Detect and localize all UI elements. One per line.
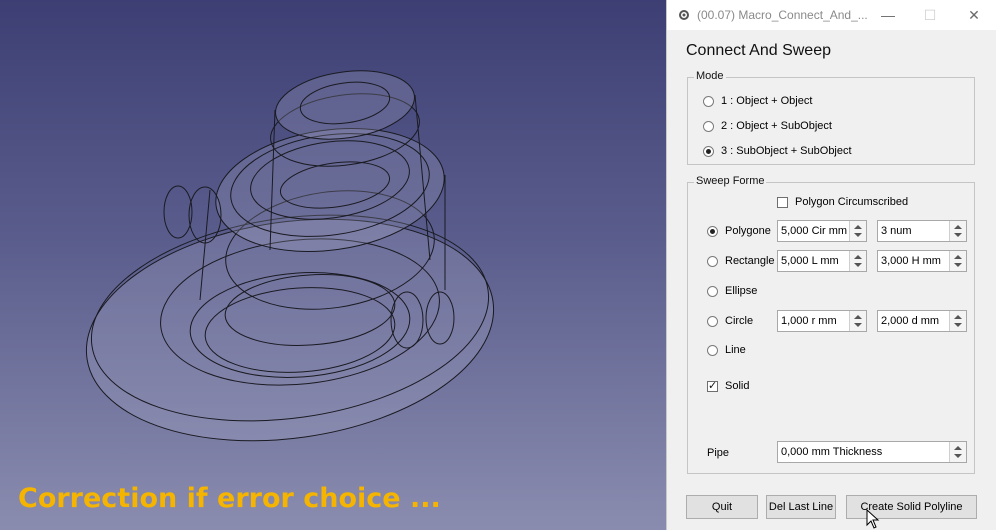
circle-diameter-input[interactable]: 2,000 d mm [877, 310, 967, 332]
shape-label: Polygone [725, 225, 771, 237]
checkbox-checked-icon[interactable] [707, 379, 718, 392]
maximize-button[interactable]: ☐ [917, 4, 943, 26]
rectangle-length-input[interactable]: 5,000 L mm [777, 250, 867, 272]
minimize-button[interactable]: — [875, 4, 901, 26]
circle-radius-input[interactable]: 1,000 r mm [777, 310, 867, 332]
polygone-circumference-input[interactable]: 5,000 Cir mm [777, 220, 867, 242]
shape-ellipse[interactable]: Ellipse [707, 285, 757, 297]
spin-arrows-icon[interactable] [849, 251, 866, 271]
solid-checkbox[interactable]: Solid [707, 379, 750, 392]
sweep-forme-group: Sweep Forme Polygon Circumscribed Polygo… [687, 175, 975, 474]
mode-group: Mode 1 : Object + Object 2 : Object + Su… [687, 70, 975, 165]
radio-icon[interactable] [703, 120, 714, 132]
spin-value: 5,000 L mm [781, 255, 839, 267]
spin-value: 5,000 Cir mm [781, 225, 848, 237]
sweep-legend: Sweep Forme [694, 175, 767, 187]
spin-arrows-icon[interactable] [849, 311, 866, 331]
shape-polygone[interactable]: Polygone [707, 225, 771, 237]
shape-label: Circle [725, 315, 754, 327]
spin-value: 3,000 H mm [881, 255, 941, 267]
close-button[interactable]: ✕ [961, 4, 987, 26]
checkbox-icon[interactable] [777, 196, 788, 208]
checkbox-label: Solid [725, 380, 750, 392]
panel-heading: Connect And Sweep [686, 42, 831, 59]
spin-value: 2,000 d mm [881, 315, 940, 327]
spin-arrows-icon[interactable] [949, 221, 966, 241]
spin-arrows-icon[interactable] [949, 251, 966, 271]
freecad-gear-icon [679, 10, 689, 20]
mode-option-2[interactable]: 2 : Object + SubObject [703, 120, 832, 132]
title-bar[interactable]: (00.07) Macro_Connect_And_... — ☐ ✕ [667, 0, 996, 30]
spin-arrows-icon[interactable] [949, 311, 966, 331]
shape-label: Ellipse [725, 285, 758, 297]
spin-arrows-icon[interactable] [949, 442, 966, 462]
shape-rectangle[interactable]: Rectangle [707, 255, 775, 267]
caption-overlay: Correction if error choice ... [18, 483, 441, 514]
shape-label: Line [725, 344, 746, 356]
mode-option-label: 1 : Object + Object [721, 95, 813, 107]
radio-icon[interactable] [703, 95, 714, 107]
mode-option-3[interactable]: 3 : SubObject + SubObject [703, 145, 852, 157]
3d-viewport[interactable]: Correction if error choice ... [0, 0, 666, 530]
radio-icon[interactable] [707, 344, 718, 356]
polygon-circumscribed-checkbox[interactable]: Polygon Circumscribed [777, 196, 908, 208]
mouse-pointer-icon [866, 509, 880, 529]
radio-icon[interactable] [707, 315, 718, 327]
rectangle-height-input[interactable]: 3,000 H mm [877, 250, 967, 272]
spin-value: 3 num [881, 225, 912, 237]
radio-selected-icon[interactable] [707, 225, 718, 237]
radio-selected-icon[interactable] [703, 145, 714, 157]
polygone-sides-input[interactable]: 3 num [877, 220, 967, 242]
spin-value: 0,000 mm Thickness [781, 446, 883, 458]
macro-panel: (00.07) Macro_Connect_And_... — ☐ ✕ Conn… [666, 0, 996, 530]
shape-circle[interactable]: Circle [707, 315, 753, 327]
radio-icon[interactable] [707, 255, 718, 267]
mode-legend: Mode [694, 70, 726, 82]
shape-label: Rectangle [725, 255, 775, 267]
del-last-line-button[interactable]: Del Last Line [766, 495, 836, 519]
pipe-label: Pipe [707, 447, 730, 459]
radio-icon[interactable] [707, 285, 718, 297]
mode-option-1[interactable]: 1 : Object + Object [703, 95, 812, 107]
pipe-thickness-input[interactable]: 0,000 mm Thickness [777, 441, 967, 463]
mode-option-label: 2 : Object + SubObject [721, 120, 832, 132]
spin-value: 1,000 r mm [781, 315, 837, 327]
quit-button[interactable]: Quit [686, 495, 758, 519]
window-title: (00.07) Macro_Connect_And_... [697, 8, 868, 22]
mode-option-label: 3 : SubObject + SubObject [721, 145, 852, 157]
spin-arrows-icon[interactable] [849, 221, 866, 241]
checkbox-label: Polygon Circumscribed [795, 196, 909, 208]
shape-line[interactable]: Line [707, 344, 746, 356]
wireframe-model [85, 70, 495, 442]
